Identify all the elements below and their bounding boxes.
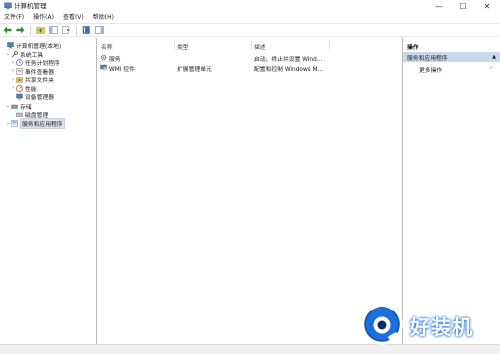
disk-icon <box>16 113 23 117</box>
show-action-pane-button[interactable] <box>94 25 105 36</box>
action-pane: 操作 服务和应用程序 ▲ 更多操作 › <box>403 38 500 344</box>
toolbar-separator <box>76 25 77 35</box>
tree-item-label: 服务和应用程序 <box>20 118 65 130</box>
services-apps-icon <box>11 120 18 127</box>
menu-action[interactable]: 操作(A) <box>33 12 54 23</box>
device-manager-icon <box>16 94 23 100</box>
title-bar: 计算机管理 — ☐ ✕ <box>0 0 500 12</box>
wmi-control-icon <box>100 64 107 71</box>
minimize-button[interactable]: — <box>428 0 450 12</box>
menu-help[interactable]: 帮助(H) <box>93 12 114 23</box>
help-book-icon <box>82 26 90 34</box>
folder-up-icon <box>36 27 45 34</box>
list-cell-name: 服务 <box>109 57 121 63</box>
arrow-right-icon <box>16 26 25 34</box>
column-divider[interactable] <box>174 41 175 49</box>
tree-item-device-manager[interactable]: 设备管理器 <box>10 93 54 102</box>
help-button[interactable] <box>81 25 92 36</box>
action-section-label: 服务和应用程序 <box>407 55 448 62</box>
list-item-services[interactable]: 服务 启动、终止并设置 Wind... <box>97 53 403 63</box>
list-item-wmi-control[interactable]: WMI 控件 扩展管理单元 配置和控制 Windows M... <box>97 63 403 73</box>
action-section-services-apps[interactable]: 服务和应用程序 ▲ <box>403 52 500 62</box>
tree-item-performance[interactable]: › 性能 <box>10 84 37 93</box>
more-actions-link[interactable]: 更多操作 <box>419 65 442 74</box>
window-title: 计算机管理 <box>14 2 47 10</box>
shared-folder-icon <box>16 77 23 83</box>
computer-management-icon <box>4 2 12 10</box>
tools-icon <box>11 50 18 58</box>
column-header-type[interactable]: 类型 <box>177 42 189 51</box>
tree-item-system-tools[interactable]: ⌄ 系统工具 <box>5 50 43 59</box>
watermark-text: 好装机 <box>410 315 473 339</box>
chevron-right-icon[interactable]: › <box>490 65 492 71</box>
export-icon <box>62 26 71 34</box>
details-list[interactable]: 名称 类型 描述 服务 启动、终止并设置 Wind... WMI 控件 扩展管理… <box>97 38 403 344</box>
action-pane-icon <box>95 26 104 34</box>
close-button[interactable]: ✕ <box>476 0 498 12</box>
tree-item-task-scheduler[interactable]: › 任务计划程序 <box>10 59 60 67</box>
event-viewer-icon <box>16 68 23 75</box>
console-tree[interactable]: 计算机管理(本地) ⌄ 系统工具 › 任务计划程序 › 事件查看器 › 共享文件… <box>0 38 97 344</box>
column-divider[interactable] <box>329 41 330 49</box>
show-hide-tree-button[interactable] <box>48 25 59 36</box>
watermark: 好装机 <box>358 300 500 348</box>
computer-icon <box>7 42 14 49</box>
toolbar-separator <box>30 25 31 35</box>
list-cell-name: WMI 控件 <box>109 67 135 73</box>
tree-item-root[interactable]: 计算机管理(本地) <box>1 41 61 50</box>
console-tree-icon <box>49 26 58 34</box>
list-cell-description: 启动、终止并设置 Wind... <box>254 57 323 63</box>
back-button[interactable] <box>2 25 13 36</box>
column-divider[interactable] <box>251 41 252 49</box>
tree-item-storage[interactable]: ⌄ 存储 <box>5 102 32 111</box>
menu-file[interactable]: 文件(F) <box>4 12 24 23</box>
menu-view[interactable]: 查看(V) <box>63 12 84 23</box>
maximize-button[interactable]: ☐ <box>452 0 474 12</box>
tree-item-shared-folders[interactable]: › 共享文件夹 <box>10 76 54 85</box>
forward-button[interactable] <box>15 25 26 36</box>
up-folder-button[interactable] <box>35 25 46 36</box>
clock-icon <box>16 59 23 67</box>
list-cell-type: 扩展管理单元 <box>177 67 212 73</box>
arrow-left-icon <box>3 26 12 34</box>
column-header-description[interactable]: 描述 <box>254 42 266 51</box>
action-pane-title: 操作 <box>407 45 419 51</box>
collapse-up-icon[interactable]: ▲ <box>492 54 496 60</box>
gear-icon <box>100 54 107 61</box>
column-header-name[interactable]: 名称 <box>101 42 113 51</box>
export-list-button[interactable] <box>61 25 72 36</box>
performance-icon <box>16 84 23 92</box>
menu-bar: 文件(F) 操作(A) 查看(V) 帮助(H) <box>0 12 500 23</box>
tree-item-label: 设备管理器 <box>25 95 54 102</box>
storage-icon <box>11 104 18 109</box>
toolbar <box>0 23 500 37</box>
tree-item-event-viewer[interactable]: › 事件查看器 <box>10 67 54 76</box>
list-cell-description: 配置和控制 Windows M... <box>254 67 324 73</box>
tree-item-services-apps[interactable]: › 服务和应用程序 <box>5 118 65 130</box>
tree-item-label: 计算机管理(本地) <box>16 43 62 50</box>
